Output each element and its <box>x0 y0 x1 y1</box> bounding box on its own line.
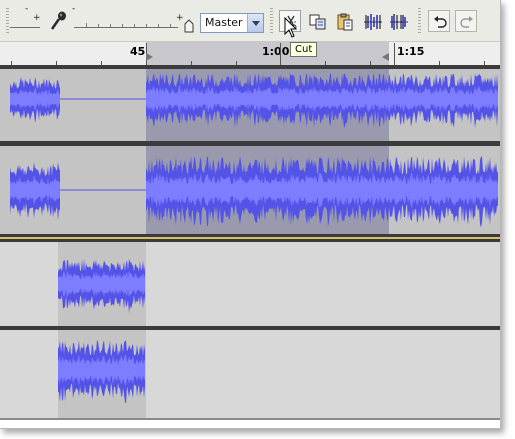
paste-button[interactable] <box>333 10 355 32</box>
timeline-ruler[interactable]: 45 1:00 1:15 <box>0 42 500 66</box>
toolbar-grip[interactable] <box>418 8 421 34</box>
slider-tick <box>98 24 99 27</box>
slider-tick <box>170 24 171 27</box>
trim-icon <box>364 14 382 30</box>
silence-button[interactable] <box>387 10 409 32</box>
input-slider-minus-sign: - <box>72 4 76 14</box>
slider-minus-sign: - <box>25 4 29 14</box>
trim-button[interactable] <box>361 10 383 32</box>
redo-icon <box>460 16 473 28</box>
toolbar-grip[interactable] <box>6 8 9 34</box>
edit-toolbar: - + - + Master <box>0 0 500 42</box>
track-1-waveform[interactable] <box>0 69 500 141</box>
input-slider-thumb[interactable] <box>184 18 194 37</box>
redo-button[interactable] <box>455 10 477 32</box>
chevron-down-icon[interactable] <box>247 14 263 32</box>
track-3-waveform[interactable] <box>0 242 500 326</box>
copy-icon <box>309 14 326 30</box>
input-slider-plus-sign: + <box>176 13 184 23</box>
slider-tick <box>110 24 111 27</box>
track-2[interactable] <box>0 146 500 234</box>
mixer-source-select[interactable]: Master <box>200 13 264 33</box>
silence-icon <box>390 14 408 30</box>
input-volume-slider-track[interactable] <box>74 27 178 28</box>
ruler-label-1-00: 1:00 <box>262 45 290 58</box>
slider-tick <box>158 24 159 27</box>
track-4-waveform[interactable] <box>0 330 500 418</box>
track-1[interactable] <box>0 69 500 141</box>
track-2-waveform[interactable] <box>0 146 500 234</box>
slider-tick <box>134 24 135 27</box>
selection-start-marker[interactable] <box>146 53 155 61</box>
undo-icon <box>434 16 447 28</box>
audio-editor-window: - + - + Master Cut 45 1:00 1:15 <box>0 0 501 429</box>
ruler-tick <box>394 43 395 65</box>
track-4[interactable] <box>0 330 500 418</box>
copy-button[interactable] <box>306 10 328 32</box>
toolbar-grip[interactable] <box>270 8 273 34</box>
track-divider <box>0 418 500 420</box>
ruler-label-45: 45 <box>130 45 146 58</box>
slider-plus-sign: + <box>33 13 41 23</box>
slider-tick <box>146 24 147 27</box>
slider-tick <box>122 24 123 27</box>
selection-end-marker[interactable] <box>381 53 390 61</box>
cut-tooltip: Cut <box>290 42 318 57</box>
paste-icon <box>337 13 353 31</box>
ruler-label-1-15: 1:15 <box>397 45 425 58</box>
track-3[interactable] <box>0 242 500 326</box>
output-volume-slider-track[interactable] <box>10 27 40 28</box>
mouse-cursor-icon <box>284 16 298 43</box>
undo-button[interactable] <box>428 10 450 32</box>
mixer-source-value: Master <box>205 16 243 29</box>
slider-tick <box>86 23 87 27</box>
ruler-tick <box>280 43 281 65</box>
microphone-icon <box>47 10 69 36</box>
